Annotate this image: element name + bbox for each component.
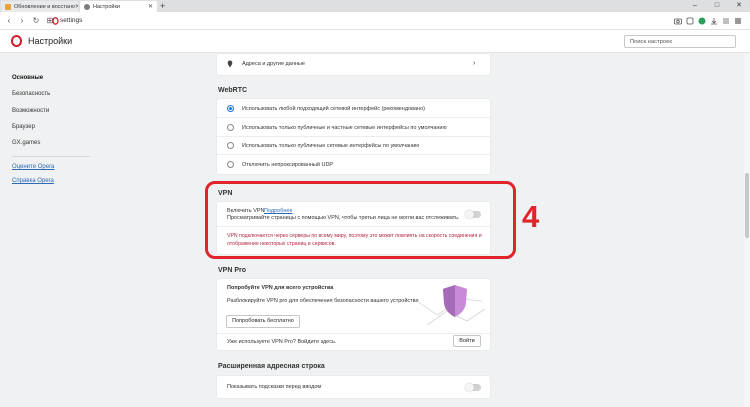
easy-setup-icon[interactable] [722, 17, 730, 25]
opera-help-link[interactable]: Справка Opera [12, 178, 54, 184]
settings-sidebar: Основные Безопасность Возможности Браузе… [0, 53, 97, 407]
tab-settings[interactable]: Настройки ✕ [80, 1, 157, 12]
opera-logo-icon [11, 35, 22, 47]
radio-button[interactable] [227, 105, 234, 112]
url-field[interactable]: settings [60, 15, 82, 27]
chevron-right-icon: › [473, 60, 476, 67]
vpn-badge-icon[interactable] [698, 17, 706, 25]
webrtc-option-label: Использовать любой подходящий сетевой ин… [242, 106, 425, 112]
webrtc-option[interactable]: Использовать любой подходящий сетевой ин… [217, 99, 490, 118]
camera-icon[interactable] [674, 17, 682, 25]
radio-button[interactable] [227, 124, 234, 131]
webrtc-option-label: Использовать только публичные сетевые ин… [242, 143, 420, 149]
address-bar: ‹ › ↻ ⊞ settings [0, 12, 750, 30]
hints-toggle[interactable] [465, 383, 481, 392]
scrollbar-thumb[interactable] [745, 173, 749, 238]
webrtc-option[interactable]: Использовать только публичные сетевые ин… [217, 137, 490, 155]
page-favicon-icon [5, 3, 11, 10]
settings-header: Настройки Поиск настроек [0, 30, 750, 53]
tab-close-icon[interactable]: ✕ [148, 3, 153, 10]
scrollbar[interactable] [744, 53, 750, 407]
sidebar-item-gx-games[interactable]: GX.games [12, 140, 40, 146]
tab-label: Обновление и восстано [14, 3, 75, 10]
webrtc-card: Использовать любой подходящий сетевой ин… [217, 99, 490, 174]
settings-gear-icon [84, 3, 90, 10]
vpn-pro-promo-text: Разблокируйте VPN pro для обеспечения бе… [227, 298, 419, 304]
radio-button[interactable] [227, 142, 234, 149]
sidebar-item-browser[interactable]: Браузер [12, 124, 35, 130]
menu-icon[interactable] [734, 17, 742, 25]
tab-close-icon[interactable]: ✕ [75, 3, 78, 10]
address-data-label: Адреса и другие данные [242, 61, 305, 67]
annotation-highlight-frame [205, 181, 516, 259]
vpn-shield-illustration-icon [416, 285, 486, 326]
maximize-button[interactable]: □ [706, 0, 728, 12]
webrtc-option-label: Отключить непроксированный UDP [242, 162, 334, 168]
new-tab-button[interactable]: + [160, 1, 165, 11]
reload-icon[interactable]: ↻ [31, 15, 41, 26]
webrtc-title: WebRTC [218, 87, 248, 94]
sidebar-item-features[interactable]: Возможности [12, 108, 49, 114]
vpn-pro-promo-title: Попробуйте VPN для всего устройства [227, 285, 334, 291]
vpn-pro-login-text: Уже используете VPN Pro? Войдите здесь. [227, 339, 337, 345]
tab-label: Настройки [93, 3, 120, 10]
extensions-icon[interactable] [686, 17, 694, 25]
webrtc-option[interactable]: Отключить непроксированный UDP [217, 155, 490, 174]
tab-update-restore[interactable]: Обновление и восстано ✕ [1, 1, 78, 12]
forward-icon[interactable]: › [17, 15, 27, 26]
hints-label: Показывать подсказки перед вводом [227, 384, 322, 390]
rate-opera-link[interactable]: Оцените Opera [12, 164, 54, 170]
login-button[interactable]: Войти [453, 335, 481, 347]
radio-button[interactable] [227, 161, 234, 168]
sidebar-item-security[interactable]: Безопасность [12, 91, 50, 97]
vpn-pro-title: VPN Pro [218, 267, 247, 274]
address-bar-title: Расширенная адресная строка [218, 363, 325, 370]
webrtc-option[interactable]: Использовать только публичные и частные … [217, 118, 490, 137]
webrtc-option-label: Использовать только публичные и частные … [242, 125, 447, 131]
address-data-card[interactable]: Адреса и другие данные › [217, 54, 490, 75]
sidebar-item-basic[interactable]: Основные [12, 75, 43, 81]
address-bar-card: Показывать подсказки перед вводом [217, 376, 490, 398]
sidebar-divider [12, 156, 90, 157]
divider [217, 333, 490, 334]
location-pin-icon [227, 60, 233, 68]
tab-bar: Обновление и восстано ✕ Настройки ✕ + – … [0, 0, 750, 12]
settings-search-input[interactable]: Поиск настроек [624, 35, 736, 48]
page-title: Настройки [28, 36, 73, 46]
minimize-button[interactable]: – [684, 0, 706, 12]
annotation-number: 4 [522, 199, 540, 234]
download-icon[interactable] [710, 17, 718, 25]
opera-icon [52, 17, 59, 25]
vpn-pro-card: Попробуйте VPN для всего устройства Разб… [217, 279, 490, 350]
back-icon[interactable]: ‹ [4, 15, 14, 26]
close-window-button[interactable]: ✕ [728, 0, 750, 12]
try-free-button[interactable]: Попробовать бесплатно [226, 315, 300, 328]
